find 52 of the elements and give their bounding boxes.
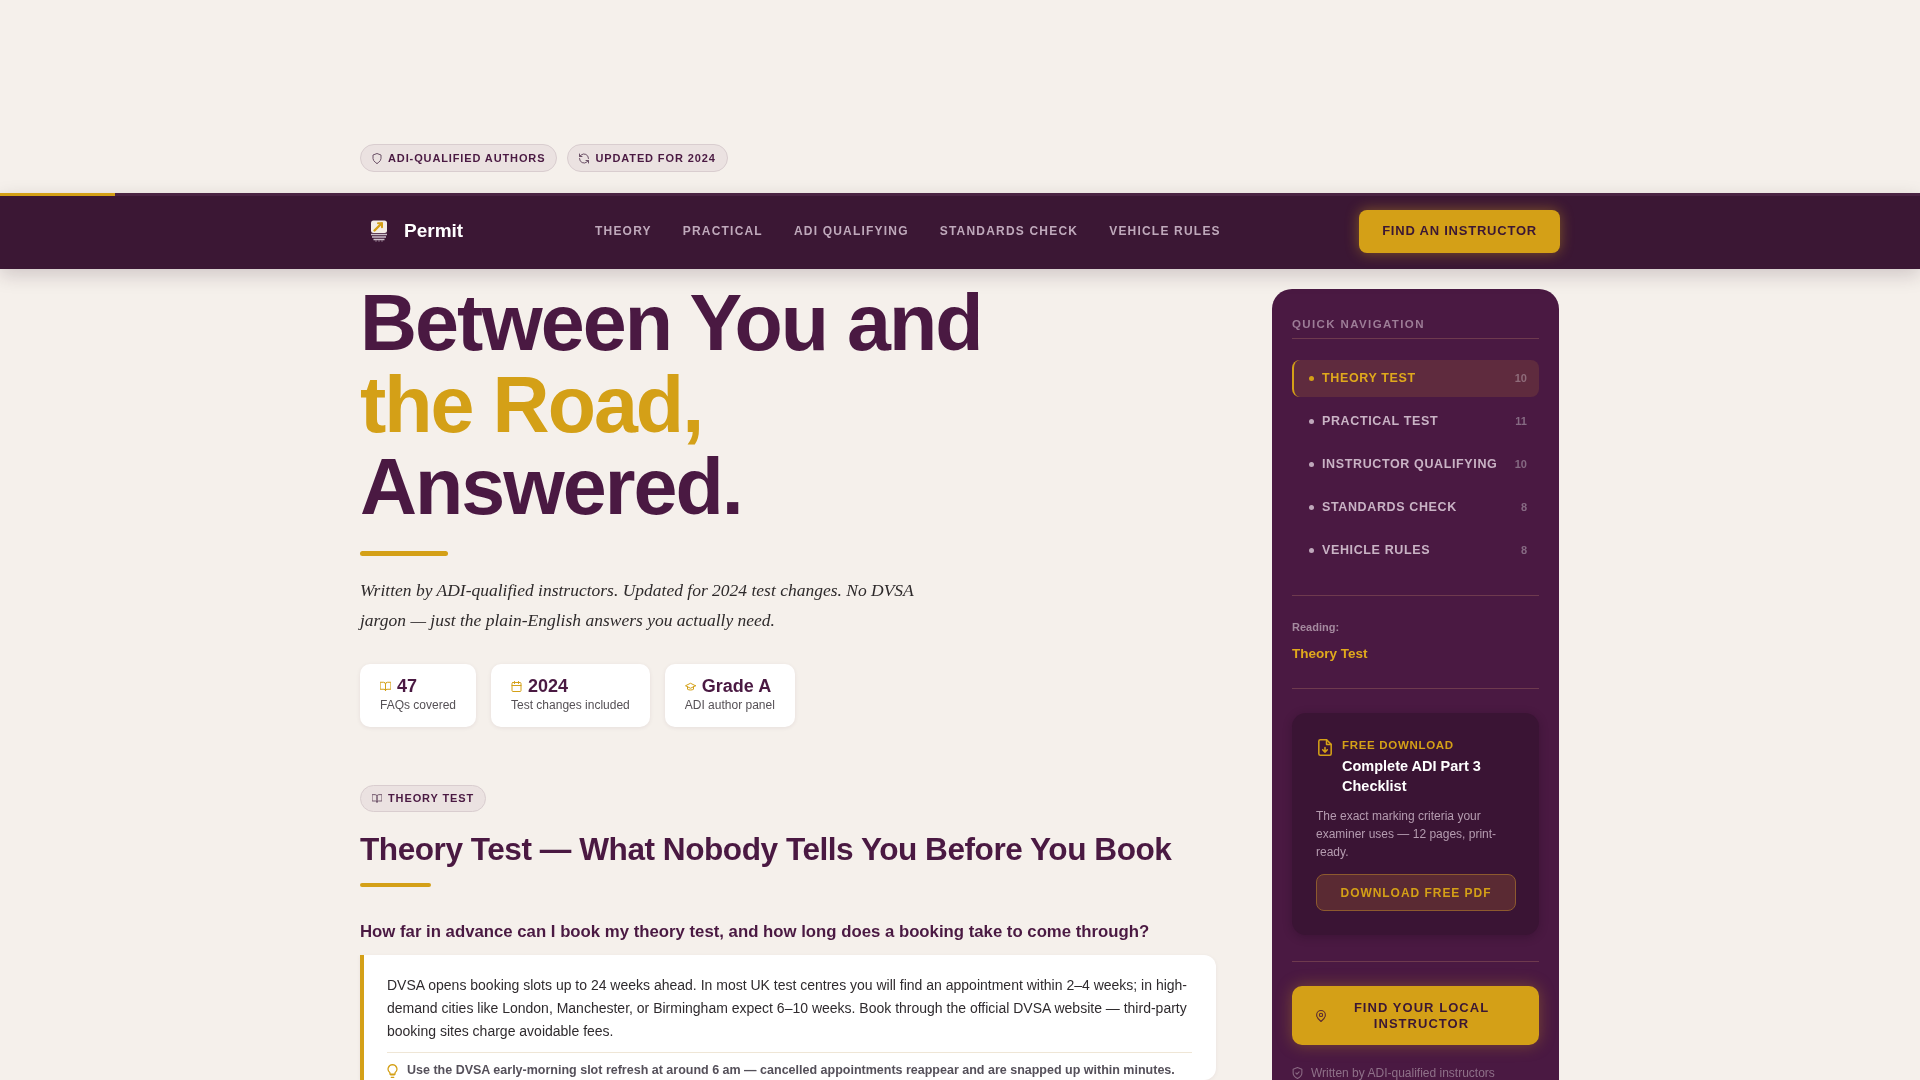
shield-check-icon <box>1292 1067 1303 1079</box>
stat-value: Grade A <box>701 675 772 697</box>
item-count: 8 <box>1520 543 1527 559</box>
section-heading: Theory Test — What Nobody Tells You Before You Book <box>360 830 1173 869</box>
shield-icon <box>372 152 382 164</box>
map-pin-icon <box>1316 1009 1326 1022</box>
category-badge: THEORY TEST <box>360 785 487 812</box>
nav-link[interactable]: THEORY <box>595 222 652 240</box>
item-count: 10 <box>1514 371 1527 387</box>
find-local-instructor-button[interactable]: FIND YOUR LOCAL INSTRUCTOR <box>1292 986 1539 1045</box>
quick-nav-item[interactable]: PRACTICAL TEST 11 <box>1292 403 1539 440</box>
quick-nav-item[interactable]: STANDARDS CHECK 8 <box>1292 489 1539 526</box>
open-book-icon <box>380 680 391 692</box>
refresh-icon <box>579 152 590 164</box>
nav-link[interactable]: STANDARDS CHECK <box>939 222 1079 240</box>
download-eyebrow: FREE DOWNLOAD <box>1342 738 1455 752</box>
stat-label: FAQs covered <box>380 697 457 713</box>
item-count: 10 <box>1514 457 1527 473</box>
author-footnote: Written by ADI-qualified instructors <box>1311 1065 1495 1080</box>
stat-value: 2024 <box>528 675 569 697</box>
quick-navigation-heading: QUICK NAVIGATION <box>1292 317 1426 332</box>
download-title: Complete ADI Part 3 Checklist <box>1342 757 1482 796</box>
download-pdf-button[interactable]: DOWNLOAD FREE PDF <box>1316 874 1516 911</box>
info-badge: UPDATED FOR 2024 <box>567 144 728 172</box>
tip-text: Use the DVSA early-morning slot refresh at around 6 am — cancelled appointments reappear and are snapped up within minutes. <box>407 1062 1175 1078</box>
reading-label: Reading: <box>1292 620 1341 634</box>
quick-nav-item[interactable]: INSTRUCTOR QUALIFYING 10 <box>1292 446 1539 483</box>
reading-value: Theory Test <box>1292 645 1369 663</box>
item-count: 8 <box>1520 500 1527 516</box>
stat-label: ADI author panel <box>684 697 775 713</box>
nav-link[interactable]: ADI QUALIFYING <box>793 222 909 240</box>
file-download-icon <box>1318 739 1332 756</box>
answer-text: DVSA opens booking slots up to 24 weeks ahead. In most UK test centres you will find an appointment within 2–4 weeks; in high-demand cities like London, Manchester, or Birmingham expect 6–10 weeks. Book through the official DVSA website — third-party booking sites charge avoidable fees. <box>387 976 1188 1041</box>
faq-question: How far in advance can I book my theory test, and how long does a booking take to come through? <box>360 921 1151 943</box>
open-book-icon <box>372 794 382 803</box>
hero-subtitle: Written by ADI-qualified instructors. Updated for 2024 test changes. No DVSA jargon — just the plain-English answers you actually need. <box>360 579 915 632</box>
nav-link[interactable]: VEHICLE RULES <box>1109 222 1221 240</box>
brand-link[interactable]: Permit <box>360 216 595 246</box>
find-instructor-button[interactable]: FIND AN INSTRUCTOR <box>1359 209 1560 253</box>
stat-label: Test changes included <box>511 697 630 713</box>
calendar-icon <box>511 680 523 692</box>
hero-heading: Between You and the Road, Answered. <box>360 282 983 528</box>
quick-nav-item[interactable]: VEHICLE RULES 8 <box>1292 532 1539 569</box>
nav-link[interactable]: PRACTICAL <box>682 222 763 240</box>
logo-icon <box>370 220 388 242</box>
stat-value: 47 <box>397 675 418 697</box>
info-badge: ADI-QUALIFIED AUTHORS <box>360 144 558 172</box>
item-count: 11 <box>1515 414 1527 430</box>
graduation-cap-icon <box>684 680 696 692</box>
download-description: The exact marking criteria your examiner uses — 12 pages, print-ready. <box>1316 808 1498 861</box>
accent-underline <box>360 883 431 887</box>
quick-nav-item[interactable]: THEORY TEST 10 <box>1292 360 1539 397</box>
